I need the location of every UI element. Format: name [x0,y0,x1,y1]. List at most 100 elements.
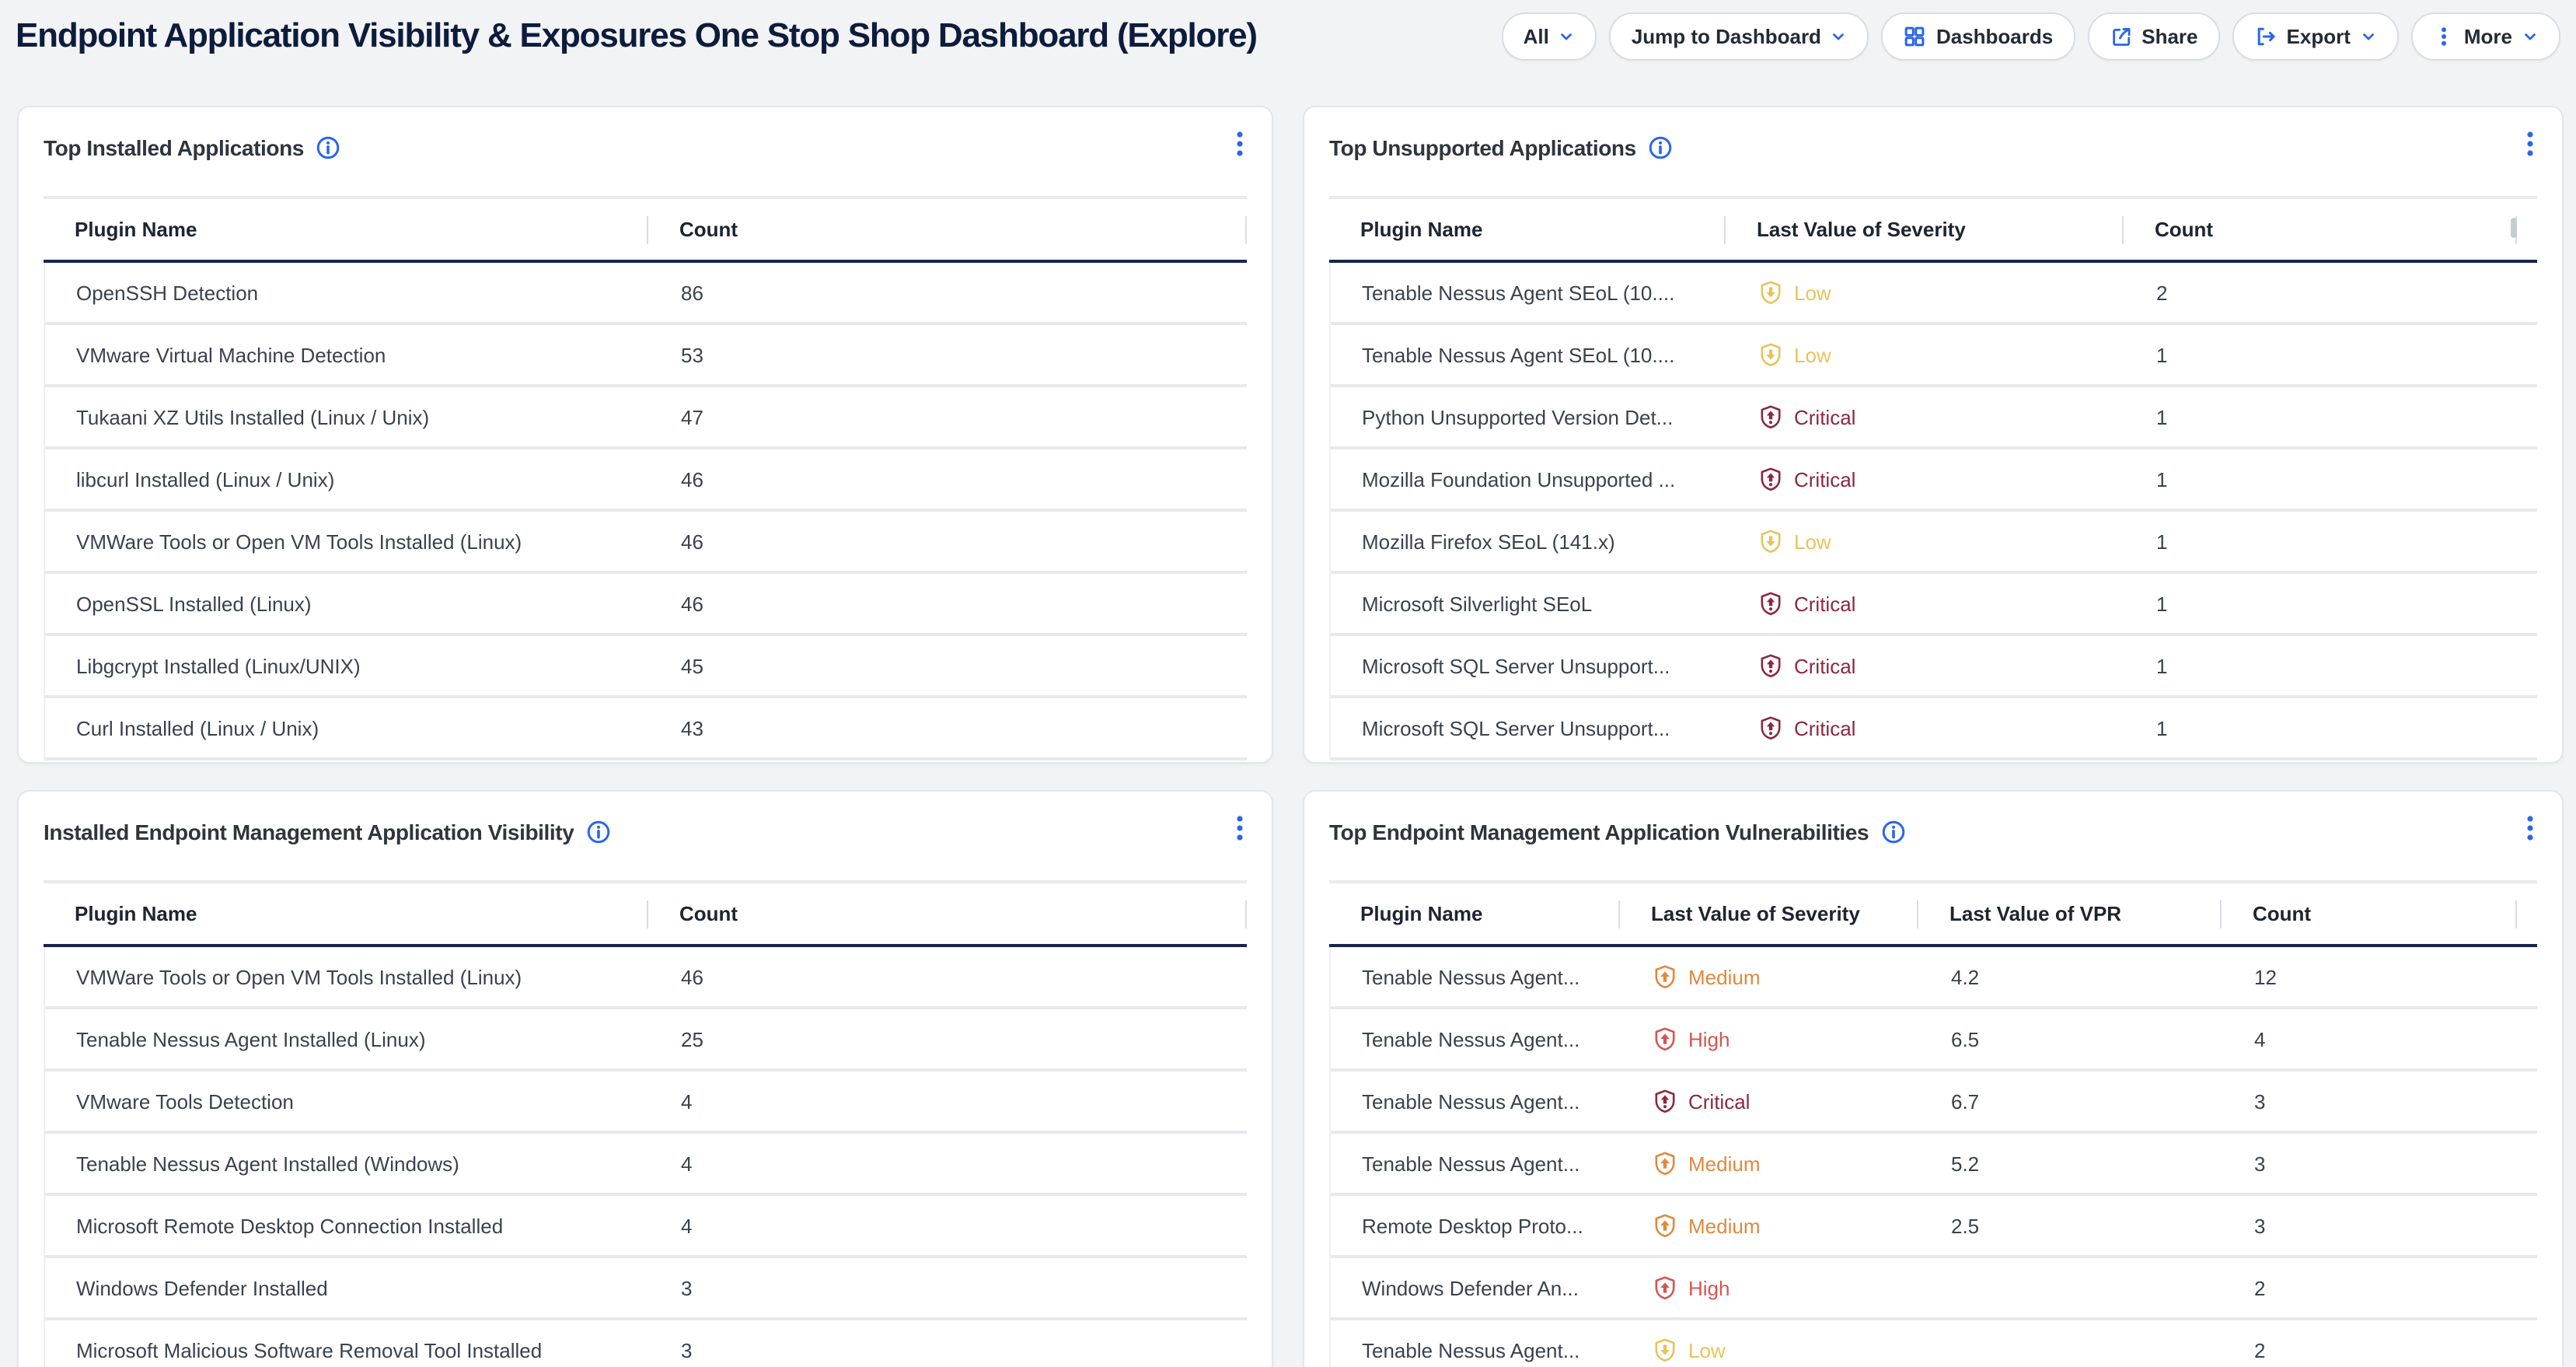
table-row[interactable]: Tenable Nessus Agent...Critical6.73 [1331,1072,2537,1134]
jump-to-dashboard-button[interactable]: Jump to Dashboard [1610,12,1869,60]
column-header-count[interactable]: Count [648,199,1247,260]
plugin-cell: Tenable Nessus Agent SEoL (10.... [1331,343,1727,366]
dashboard-page: Endpoint Application Visibility & Exposu… [0,0,2576,1367]
info-icon[interactable] [1881,820,1906,844]
table-row[interactable]: Tenable Nessus Agent...Medium4.212 [1331,947,2537,1009]
severity-cell: Critical [1727,404,2125,429]
severity-label: High [1688,1276,1730,1299]
severity-cell: High [1621,1275,1920,1300]
column-header-count[interactable]: Count [2124,199,2517,260]
table-row[interactable]: Microsoft Silverlight SEoLCritical1 [1331,574,2537,636]
table-row[interactable]: Mozilla Firefox SEoL (141.x)Low1 [1331,512,2537,574]
kebab-menu-button[interactable] [2523,815,2537,849]
table-row[interactable]: Remote Desktop Proto...Medium2.53 [1331,1196,2537,1258]
count-cell: 46 [650,592,1247,615]
plugin-cell: Microsoft Remote Desktop Connection Inst… [45,1214,650,1237]
share-label: Share [2141,24,2197,47]
dashboards-label: Dashboards [1936,24,2053,47]
table-row[interactable]: Tenable Nessus Agent SEoL (10....Low1 [1331,325,2537,387]
severity-label: Critical [1794,654,1855,677]
info-icon[interactable] [586,820,611,844]
count-cell: 1 [2125,530,2518,553]
kebab-icon [1236,815,1244,841]
table-row[interactable]: Tenable Nessus Agent...Low2 [1331,1320,2537,1367]
severity-label: Critical [1794,592,1855,615]
table-row[interactable]: VMware Tools Detection4 [45,1072,1247,1134]
table-body: Tenable Nessus Agent...Medium4.212Tenabl… [1329,947,2537,1367]
severity-cell: High [1621,1026,1920,1051]
plugin-cell: Libgcrypt Installed (Linux/UNIX) [45,654,650,677]
table-row[interactable]: VMware Virtual Machine Detection53 [45,325,1247,387]
table-row[interactable]: Libgcrypt Installed (Linux/UNIX)45 [45,636,1247,698]
vpr-cell: 4.2 [1920,965,2223,988]
table-row[interactable]: Tenable Nessus Agent Installed (Linux)25 [45,1009,1247,1072]
kebab-menu-button[interactable] [1233,131,1247,165]
severity-shield-icon [1653,1213,1677,1238]
column-header-vpr[interactable]: Last Value of VPR [1918,883,2222,944]
table-row[interactable]: Tenable Nessus Agent...Medium5.23 [1331,1134,2537,1196]
severity-cell: Low [1727,529,2125,554]
more-button[interactable]: More [2411,12,2560,60]
severity-shield-icon [1758,467,1783,491]
table-row[interactable]: Curl Installed (Linux / Unix)43 [45,698,1247,760]
column-header-severity[interactable]: Last Value of Severity [1620,883,1918,944]
all-filter-button[interactable]: All [1502,12,1597,60]
column-header-severity[interactable]: Last Value of Severity [1726,199,2124,260]
count-cell: 12 [2223,965,2518,988]
table-row[interactable]: Windows Defender Installed3 [45,1258,1247,1320]
panel-top-endpoint-management-vulnerabilities: Top Endpoint Management Application Vuln… [1303,790,2564,1367]
table-row[interactable]: Microsoft SQL Server Unsupport...Critica… [1331,636,2537,698]
table-row[interactable]: VMWare Tools or Open VM Tools Installed … [45,947,1247,1009]
table-row[interactable]: libcurl Installed (Linux / Unix)46 [45,449,1247,512]
table-body: Tenable Nessus Agent SEoL (10....Low2Ten… [1329,263,2537,760]
kebab-menu-button[interactable] [2523,131,2537,165]
table-row[interactable]: Windows Defender An...High2 [1331,1258,2537,1320]
kebab-menu-button[interactable] [1233,815,1247,849]
table-row[interactable]: OpenSSH Detection86 [45,263,1247,325]
severity-label: Low [1688,1338,1726,1362]
vpr-cell: 6.5 [1920,1027,2223,1051]
table-row[interactable]: VMWare Tools or Open VM Tools Installed … [45,512,1247,574]
info-icon[interactable] [1649,135,1674,160]
dashboards-button[interactable]: Dashboards [1882,12,2075,60]
severity-cell: Low [1727,280,2125,305]
table-row[interactable]: Tenable Nessus Agent...High6.54 [1331,1009,2537,1072]
installed-endpoint-management-table: Plugin NameCountVMWare Tools or Open VM … [44,880,1247,1367]
toolbar: All Jump to Dashboard Dashboards Share E… [1502,12,2560,60]
column-header-plugin[interactable]: Plugin Name [44,199,648,260]
plugin-cell: Tenable Nessus Agent SEoL (10.... [1331,281,1727,304]
info-icon[interactable] [316,135,341,160]
severity-cell: Medium [1621,1213,1920,1238]
column-header-plugin[interactable]: Plugin Name [1329,199,1726,260]
chevron-down-icon [2360,27,2377,44]
kebab-icon [2526,131,2534,157]
export-button[interactable]: Export [2232,12,2399,60]
severity-shield-icon [1653,1026,1677,1051]
table-row[interactable]: Microsoft SQL Server Unsupport...Critica… [1331,698,2537,760]
count-cell: 25 [650,1027,1247,1051]
count-cell: 2 [2223,1338,2518,1362]
panel-title: Top Endpoint Management Application Vuln… [1329,820,1869,844]
plugin-cell: Tenable Nessus Agent Installed (Windows) [45,1152,650,1175]
vpr-cell: 2.5 [1920,1214,2223,1237]
count-cell: 2 [2223,1276,2518,1299]
column-header-count[interactable]: Count [2222,883,2517,944]
table-row[interactable]: OpenSSL Installed (Linux)46 [45,574,1247,636]
table-row[interactable]: Tenable Nessus Agent SEoL (10....Low2 [1331,263,2537,325]
share-button[interactable]: Share [2087,12,2219,60]
column-header-plugin[interactable]: Plugin Name [44,883,648,944]
panel-title: Installed Endpoint Management Applicatio… [44,820,574,844]
severity-cell: Critical [1621,1089,1920,1114]
table-row[interactable]: Tukaani XZ Utils Installed (Linux / Unix… [45,387,1247,449]
table-scrollbar-thumb[interactable] [2511,218,2517,238]
table-row[interactable]: Tenable Nessus Agent Installed (Windows)… [45,1134,1247,1196]
table-row[interactable]: Python Unsupported Version Det...Critica… [1331,387,2537,449]
panel-top-unsupported-applications: Top Unsupported Applications Plugin Name… [1303,106,2564,764]
count-cell: 1 [2125,716,2518,739]
severity-shield-icon [1758,529,1783,554]
table-row[interactable]: Microsoft Malicious Software Removal Too… [45,1320,1247,1367]
table-row[interactable]: Microsoft Remote Desktop Connection Inst… [45,1196,1247,1258]
column-header-count[interactable]: Count [648,883,1247,944]
column-header-plugin[interactable]: Plugin Name [1329,883,1620,944]
table-row[interactable]: Mozilla Foundation Unsupported ...Critic… [1331,449,2537,512]
